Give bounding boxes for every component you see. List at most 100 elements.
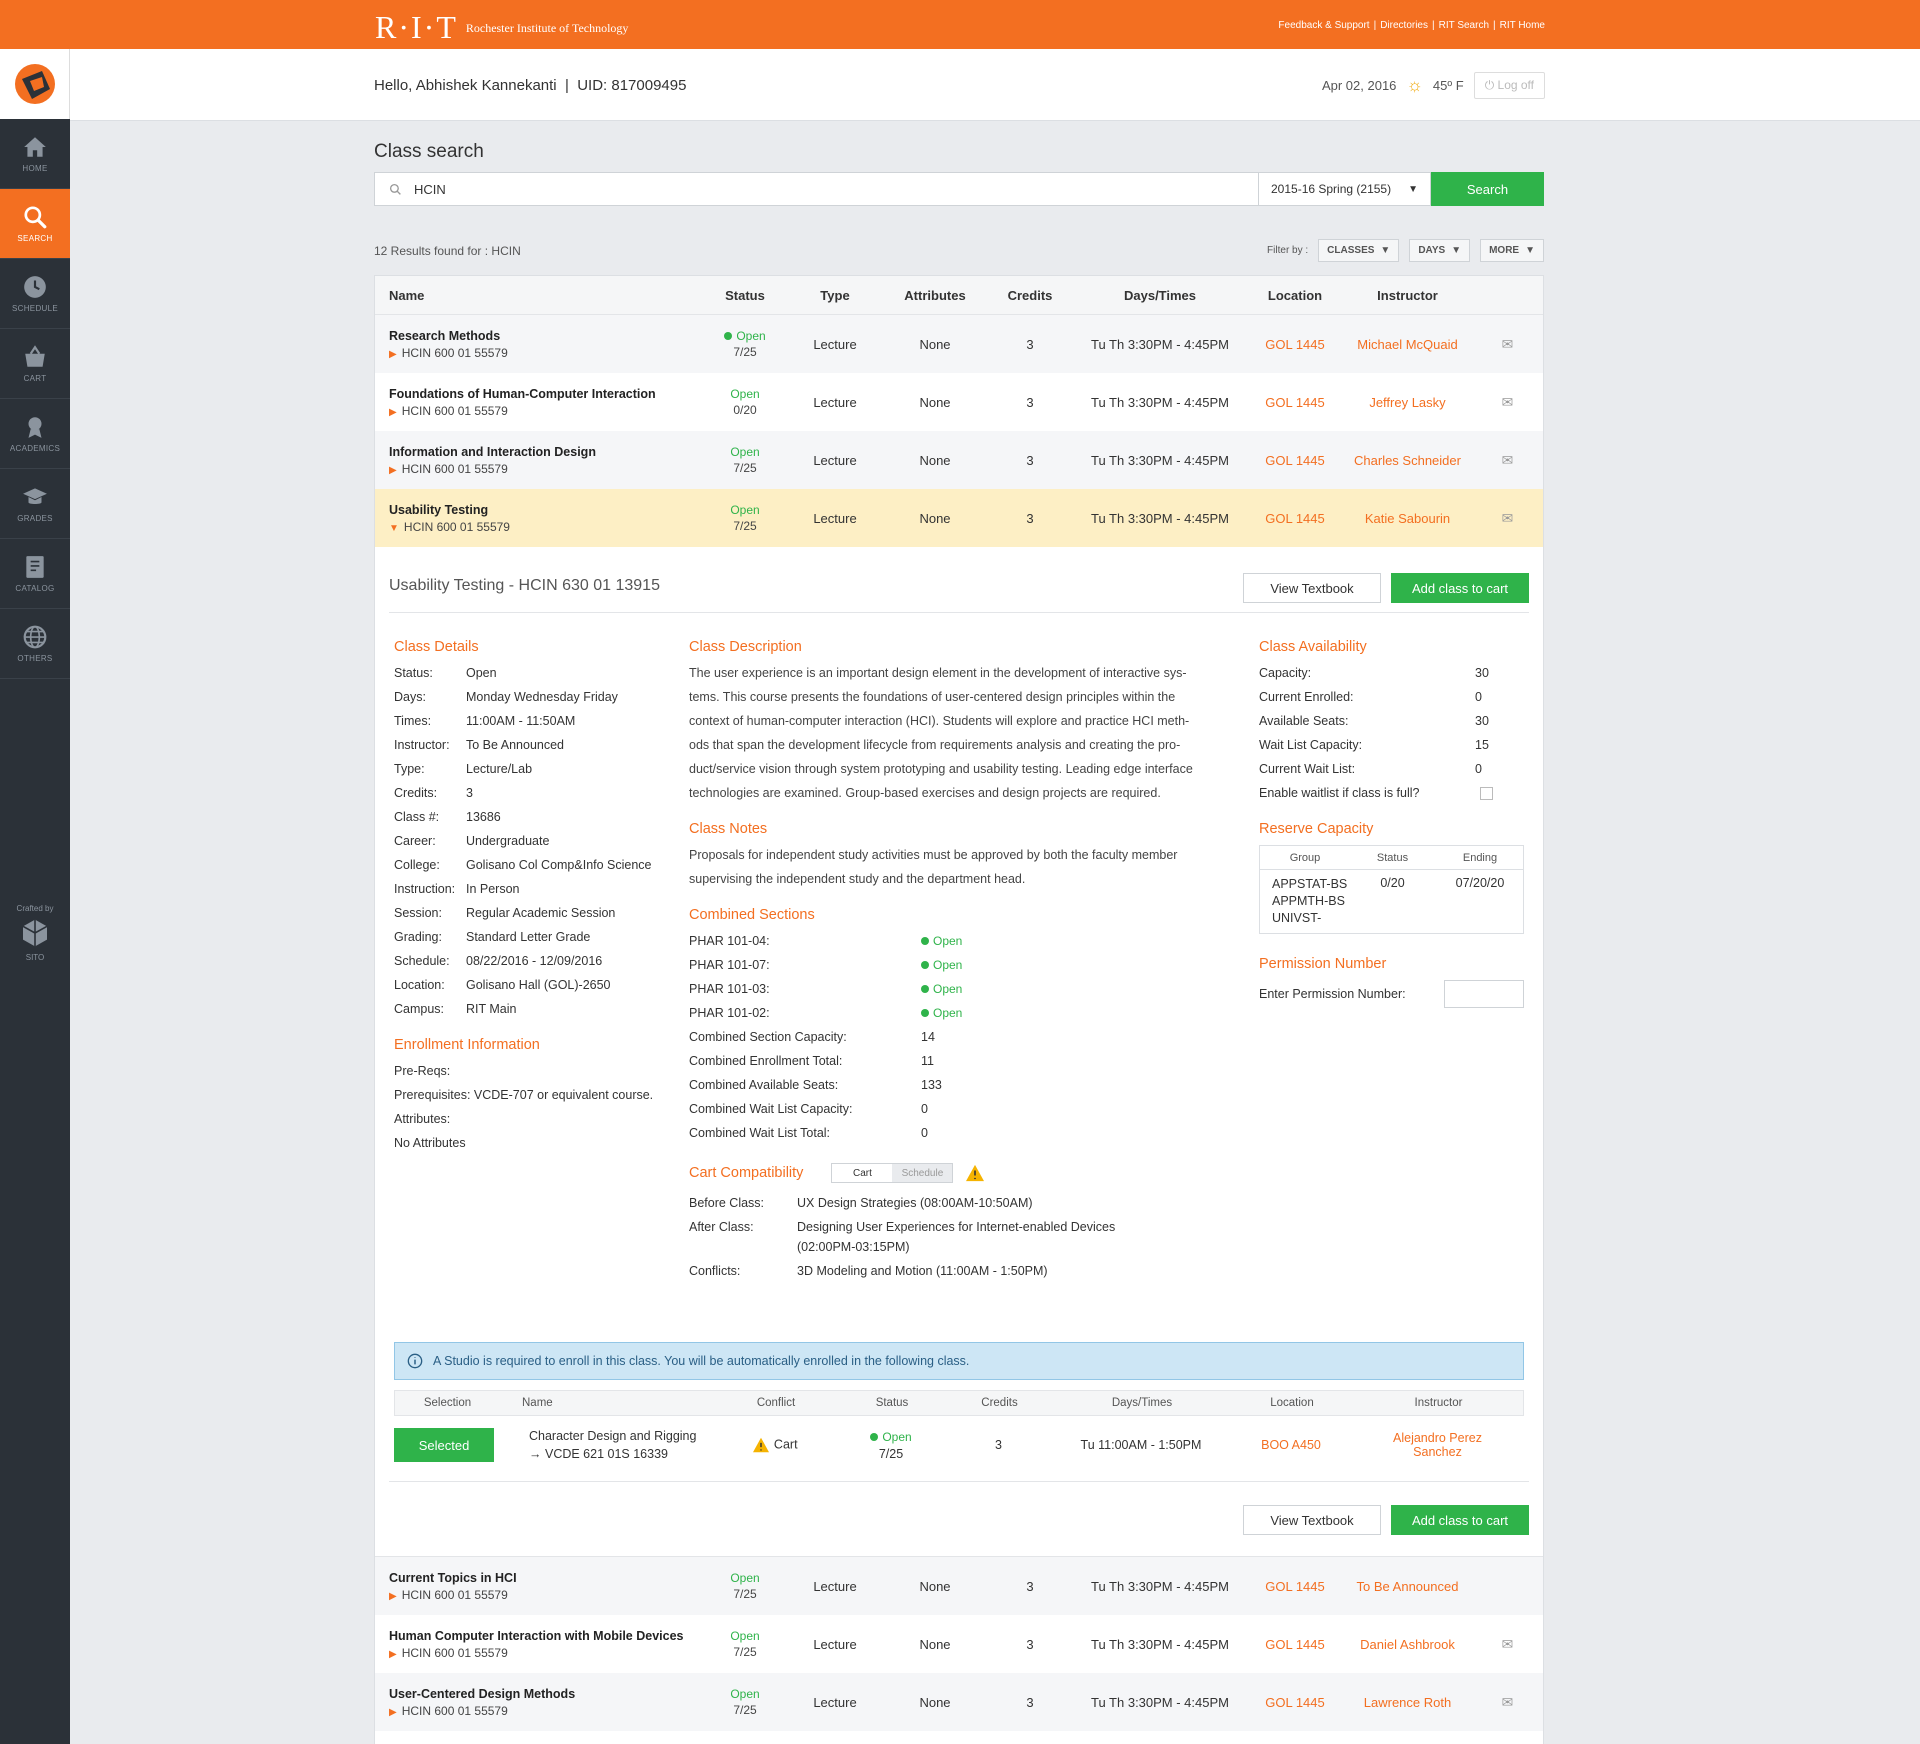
nav-cart[interactable]: CART bbox=[0, 329, 70, 399]
caret-right-icon[interactable]: ▶ bbox=[389, 465, 397, 476]
waitlist-checkbox[interactable] bbox=[1480, 786, 1493, 800]
caret-down-icon[interactable]: ▼ bbox=[389, 523, 399, 534]
course-title[interactable]: Usability Testing bbox=[389, 503, 705, 517]
course-instructor[interactable]: Charles Schneider bbox=[1345, 453, 1470, 468]
tab-schedule[interactable]: Schedule bbox=[892, 1164, 953, 1182]
course-title[interactable]: Human Computer Interaction with Mobile D… bbox=[389, 1629, 705, 1643]
search-icon bbox=[24, 206, 47, 229]
table-row[interactable]: Current Topics in HCI ▶ HCIN 600 01 55579… bbox=[375, 1557, 1543, 1615]
detail-key: Campus: bbox=[394, 1002, 445, 1016]
add-to-cart-button[interactable]: Add class to cart bbox=[1391, 573, 1529, 603]
course-title[interactable]: Current Topics in HCI bbox=[389, 1571, 705, 1585]
caret-right-icon[interactable]: ▶ bbox=[389, 407, 397, 418]
search-field[interactable] bbox=[374, 172, 1258, 206]
detail-row: Type: Lecture/Lab bbox=[394, 757, 674, 781]
status-dot bbox=[921, 937, 929, 945]
caret-down-icon: ▼ bbox=[1525, 245, 1535, 256]
globe-icon bbox=[23, 625, 47, 649]
table-row[interactable]: Human Computer Interaction with Mobile D… bbox=[375, 1615, 1543, 1673]
add-to-cart-button-bottom[interactable]: Add class to cart bbox=[1391, 1505, 1529, 1535]
course-credits: 3 bbox=[1026, 452, 1034, 468]
app-logo[interactable] bbox=[0, 49, 70, 119]
filter-more[interactable]: MORE ▼ bbox=[1480, 239, 1544, 262]
course-instructor[interactable]: Lawrence Roth bbox=[1345, 1695, 1470, 1710]
permission-label: Enter Permission Number: bbox=[1259, 987, 1406, 1001]
mail-icon[interactable]: ✉ bbox=[1470, 1636, 1545, 1653]
reserve-col-status: Status bbox=[1376, 851, 1409, 864]
course-status: Open 7/25 bbox=[705, 1571, 785, 1601]
course-instructor[interactable]: Katie Sabourin bbox=[1345, 511, 1470, 526]
table-row[interactable]: User-Centered Design Methods ▶ HCIN 600 0… bbox=[375, 1673, 1543, 1731]
link-directories[interactable]: Directories bbox=[1380, 20, 1428, 31]
detail-value: Undergraduate bbox=[466, 834, 550, 848]
course-title[interactable]: User-Centered Design Methods bbox=[389, 1687, 705, 1701]
studio-instructor[interactable]: Alejandro Perez Sanchez bbox=[1351, 1431, 1524, 1459]
class-detail-panel: Usability Testing - HCIN 630 01 13915 Vi… bbox=[375, 547, 1543, 1557]
notes-line: Proposals for independent study activiti… bbox=[689, 848, 1178, 862]
view-textbook-button[interactable]: View Textbook bbox=[1243, 573, 1381, 603]
caret-right-icon[interactable]: ▶ bbox=[389, 1591, 397, 1602]
filter-label: Filter by : bbox=[1267, 245, 1309, 256]
permission-input[interactable] bbox=[1444, 980, 1524, 1008]
course-title[interactable]: Research Methods bbox=[389, 329, 705, 343]
nav-academics[interactable]: ACADEMICS bbox=[0, 399, 70, 469]
course-location[interactable]: GOL 1445 bbox=[1245, 1579, 1345, 1594]
availability-list: Capacity: 30 Current Enrolled: 0 Available S… bbox=[1259, 661, 1529, 781]
nav-others[interactable]: OTHERS bbox=[0, 609, 70, 679]
detail-value: 3 bbox=[466, 786, 473, 800]
caret-right-icon[interactable]: ▶ bbox=[389, 1649, 397, 1660]
nav-catalog[interactable]: CATALOG bbox=[0, 539, 70, 609]
course-location[interactable]: GOL 1445 bbox=[1245, 395, 1345, 410]
course-title[interactable]: Information and Interaction Design bbox=[389, 445, 705, 459]
mail-icon[interactable]: ✉ bbox=[1470, 452, 1545, 469]
course-location[interactable]: GOL 1445 bbox=[1245, 1695, 1345, 1710]
link-rit-home[interactable]: RIT Home bbox=[1500, 20, 1545, 31]
course-name-cell: Information and Interaction Design ▶ HCIN… bbox=[375, 445, 705, 476]
course-location[interactable]: GOL 1445 bbox=[1245, 1637, 1345, 1652]
tab-cart[interactable]: Cart bbox=[832, 1164, 893, 1182]
term-select[interactable]: 2015-16 Spring (2155) ▼ bbox=[1258, 172, 1431, 206]
filter-days[interactable]: DAYS ▼ bbox=[1409, 239, 1471, 262]
course-location[interactable]: GOL 1445 bbox=[1245, 337, 1345, 352]
mail-icon[interactable]: ✉ bbox=[1470, 394, 1545, 411]
course-instructor[interactable]: To Be Announced bbox=[1345, 1579, 1470, 1594]
table-row[interactable]: Research Methods ▶ HCIN 600 01 55579 Open… bbox=[375, 315, 1543, 373]
course-instructor[interactable]: Daniel Ashbrook bbox=[1345, 1637, 1470, 1652]
search-input[interactable] bbox=[414, 181, 1014, 197]
course-time: Tu Th 3:30PM - 4:45PM bbox=[1090, 452, 1229, 468]
studio-selected-button[interactable]: Selected bbox=[394, 1428, 494, 1462]
course-instructor[interactable]: Michael McQuaid bbox=[1345, 337, 1470, 352]
rit-logo[interactable]: R·I·T Rochester Institute of Technology bbox=[375, 9, 628, 46]
link-feedback[interactable]: Feedback & Support bbox=[1278, 20, 1369, 31]
course-instructor[interactable]: Jeffrey Lasky bbox=[1345, 395, 1470, 410]
reserve-header: Group Status Ending bbox=[1260, 846, 1523, 870]
course-location[interactable]: GOL 1445 bbox=[1245, 453, 1345, 468]
studio-credits: 3 bbox=[995, 1438, 1002, 1452]
view-textbook-button-bottom[interactable]: View Textbook bbox=[1243, 1505, 1381, 1535]
sito-logo-icon bbox=[22, 919, 48, 947]
caret-right-icon[interactable]: ▶ bbox=[389, 349, 397, 360]
mail-icon[interactable]: ✉ bbox=[1470, 510, 1545, 527]
table-row[interactable]: Foundations of Human-Computer Interactio… bbox=[375, 373, 1543, 431]
nav-search[interactable]: SEARCH bbox=[0, 189, 70, 259]
search-bar: 2015-16 Spring (2155) ▼ Search bbox=[374, 172, 1544, 206]
search-button[interactable]: Search bbox=[1431, 172, 1544, 206]
table-row[interactable]: Information and Interaction Design ▶ HCIN… bbox=[375, 431, 1543, 489]
logoff-button[interactable]: ⏻ Log off bbox=[1473, 72, 1545, 99]
filter-classes[interactable]: CLASSES ▼ bbox=[1318, 239, 1400, 262]
course-code: HCIN 600 01 55579 bbox=[401, 1645, 508, 1660]
mail-icon[interactable]: ✉ bbox=[1470, 1694, 1545, 1711]
course-location[interactable]: GOL 1445 bbox=[1245, 511, 1345, 526]
nav-grades[interactable]: GRADES bbox=[0, 469, 70, 539]
table-row[interactable]: Usability Testing ▼ HCIN 600 01 55579 Ope… bbox=[375, 489, 1543, 547]
detail-value: 11:00AM - 11:50AM bbox=[466, 714, 576, 728]
grad-cap-icon bbox=[23, 488, 47, 505]
link-rit-search[interactable]: RIT Search bbox=[1439, 20, 1489, 31]
course-title[interactable]: Foundations of Human-Computer Interactio… bbox=[389, 387, 705, 401]
mail-icon[interactable]: ✉ bbox=[1470, 336, 1545, 353]
caret-right-icon[interactable]: ▶ bbox=[389, 1707, 397, 1718]
nav-schedule[interactable]: SCHEDULE bbox=[0, 259, 70, 329]
studio-location[interactable]: BOO A450 bbox=[1231, 1438, 1351, 1452]
table-row[interactable]: MS HCI Project ▶ Open ✉ bbox=[375, 1731, 1543, 1744]
nav-home[interactable]: HOME bbox=[0, 119, 70, 189]
